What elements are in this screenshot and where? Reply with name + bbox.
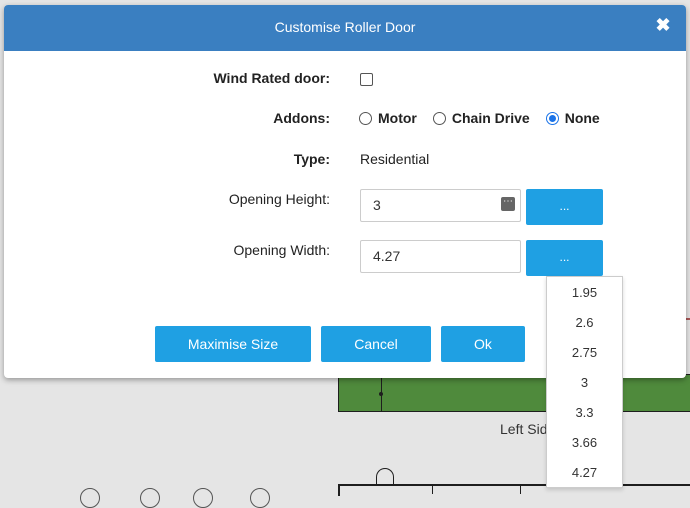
dropdown-option[interactable]: 1.95 (547, 278, 622, 308)
roller-door-element (338, 374, 690, 412)
opening-height-options-button[interactable]: ... (526, 189, 603, 225)
plan-circle (140, 488, 160, 508)
modal-title: Customise Roller Door (274, 19, 416, 35)
dropdown-option[interactable]: 3 (547, 368, 622, 398)
modal-header: Customise Roller Door ✖ (4, 5, 686, 51)
dropdown-option[interactable]: 4.27 (547, 458, 622, 488)
dropdown-option[interactable]: 2.6 (547, 308, 622, 338)
plan-circle (193, 488, 213, 508)
dropdown-option[interactable]: 2.75 (547, 338, 622, 368)
maximise-size-button[interactable]: Maximise Size (155, 326, 311, 362)
wall-tick (432, 486, 433, 494)
addons-label: Addons: (273, 110, 330, 126)
opening-width-options-button[interactable]: ... (526, 240, 603, 276)
plan-marker (686, 318, 690, 320)
type-value: Residential (360, 151, 430, 167)
opening-height-input[interactable]: 3 ⋯ (360, 189, 521, 222)
ok-button[interactable]: Ok (441, 326, 525, 362)
addon-chain-drive-label[interactable]: Chain Drive (452, 110, 530, 126)
wind-rated-checkbox[interactable] (360, 73, 373, 86)
opening-height-value: 3 (373, 197, 381, 213)
wind-rated-label: Wind Rated door: (213, 70, 330, 86)
type-label: Type: (293, 151, 330, 167)
dropdown-option[interactable]: 3.3 (547, 398, 622, 428)
plan-circle (80, 488, 100, 508)
opening-width-label: Opening Width: (233, 242, 331, 258)
wall-corner (338, 484, 340, 496)
addon-chain-drive-radio[interactable] (432, 111, 446, 125)
door-handle (379, 392, 383, 396)
dropdown-option[interactable]: 3.66 (547, 428, 622, 458)
door-swing-arc (376, 468, 394, 486)
addon-none-label[interactable]: None (565, 110, 600, 126)
plan-circle (250, 488, 270, 508)
cancel-button[interactable]: Cancel (321, 326, 431, 362)
opening-height-label: Opening Height: (228, 191, 330, 207)
left-side-label: Left Sid (500, 421, 548, 437)
addon-motor-radio[interactable] (359, 111, 372, 125)
wall-tick (520, 486, 521, 494)
addon-motor-label[interactable]: Motor (378, 110, 417, 126)
opening-width-dropdown: 1.95 2.6 2.75 3 3.3 3.66 4.27 (546, 276, 623, 488)
addons-radio-group: Motor Chain Drive None (359, 110, 616, 126)
opening-width-input[interactable]: 4.27 (360, 240, 521, 273)
addon-none-radio[interactable] (545, 111, 559, 125)
close-icon[interactable]: ✖ (654, 16, 672, 34)
opening-width-value: 4.27 (373, 248, 401, 264)
more-options-icon[interactable]: ⋯ (501, 197, 515, 211)
